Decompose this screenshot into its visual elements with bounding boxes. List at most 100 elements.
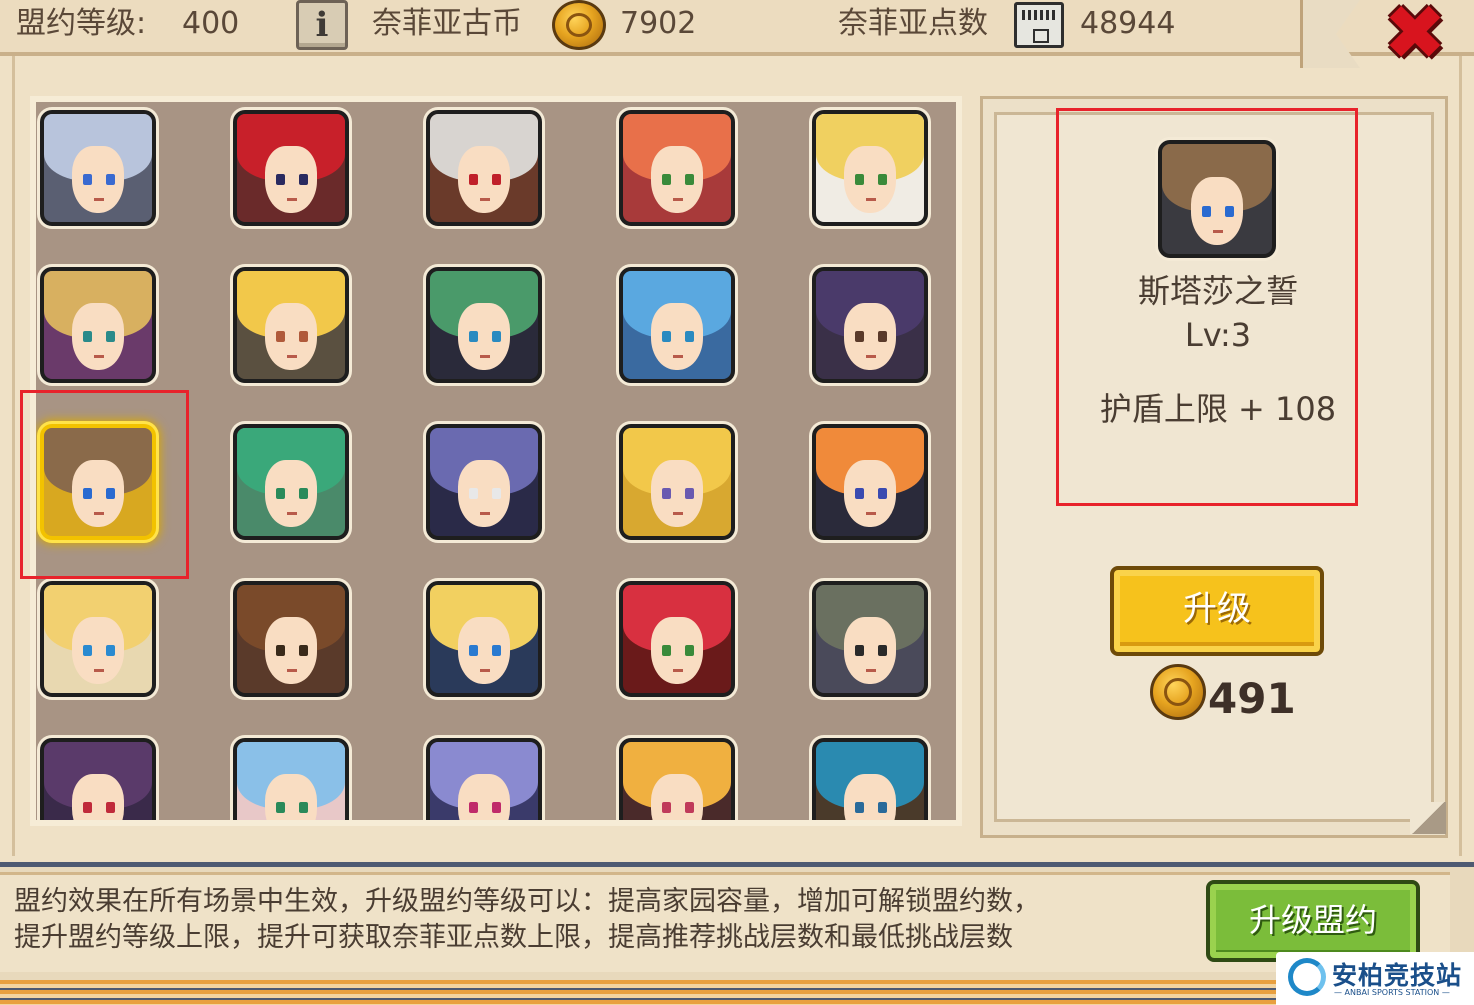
portrait-face — [651, 460, 703, 528]
hero-portrait[interactable] — [619, 738, 735, 820]
hero-portrait[interactable] — [426, 267, 542, 383]
portrait-face — [844, 617, 896, 685]
portrait-eye-left — [661, 645, 671, 657]
chip-icon — [1014, 2, 1064, 48]
info-icon[interactable]: i — [296, 0, 348, 50]
hero-portrait[interactable] — [619, 581, 735, 697]
hero-portrait[interactable] — [426, 424, 542, 540]
detail-effect: 护盾上限 + 108 — [1099, 390, 1337, 428]
hero-portrait[interactable] — [233, 424, 349, 540]
portrait-mouth — [286, 512, 297, 516]
portrait-mouth — [672, 355, 683, 359]
description-line-2: 提升盟约等级上限，提升可获取奈菲亚点数上限，提高推荐挑战层数和最低挑战层数 — [14, 922, 1013, 953]
detail-name: 斯塔莎之誓 — [1137, 272, 1298, 310]
upgrade-button[interactable]: 升级 — [1110, 566, 1324, 656]
upgrade-union-button[interactable]: 升级盟约 — [1206, 880, 1420, 962]
portrait-mouth — [479, 669, 490, 673]
hero-portrait[interactable] — [233, 267, 349, 383]
portrait-eye-left — [1201, 205, 1211, 217]
hero-portrait[interactable] — [40, 267, 156, 383]
portrait-mouth — [286, 669, 297, 673]
hero-portrait[interactable] — [812, 581, 928, 697]
portrait-eye-right — [491, 645, 501, 657]
portrait-eye-right — [491, 174, 501, 186]
hero-portrait[interactable] — [40, 424, 156, 540]
portrait-eye-left — [468, 802, 478, 814]
portrait-eye-right — [105, 174, 115, 186]
portrait-face — [458, 146, 510, 214]
portrait-eye-left — [468, 174, 478, 186]
portrait-eye-left — [82, 488, 92, 500]
hero-portrait[interactable] — [812, 424, 928, 540]
portrait-face — [72, 303, 124, 371]
portrait-eye-left — [661, 802, 671, 814]
portrait-face — [458, 617, 510, 685]
portrait-eye-right — [491, 802, 501, 814]
portrait-eye-right — [684, 802, 694, 814]
hero-portrait[interactable] — [619, 110, 735, 226]
portrait-mouth — [865, 355, 876, 359]
portrait-face — [265, 617, 317, 685]
portrait-eye-left — [854, 802, 864, 814]
portrait-eye-left — [468, 331, 478, 343]
page-fold-decoration — [1410, 802, 1446, 834]
hero-portrait[interactable] — [40, 738, 156, 820]
coin-label: 奈菲亚古币 — [372, 6, 522, 41]
hero-portrait[interactable] — [40, 110, 156, 226]
portrait-face — [72, 460, 124, 528]
portrait-eye-left — [82, 645, 92, 657]
portrait-eye-right — [1224, 205, 1234, 217]
portrait-eye-left — [82, 331, 92, 343]
portrait-mouth — [672, 669, 683, 673]
portrait-eye-right — [298, 802, 308, 814]
hero-portrait[interactable] — [619, 267, 735, 383]
hero-portrait[interactable] — [40, 581, 156, 697]
bottom-stripe — [0, 980, 1474, 1005]
hero-portrait[interactable] — [426, 110, 542, 226]
hero-portrait[interactable] — [812, 738, 928, 820]
portrait-face — [1190, 177, 1244, 246]
union-level-value: 400 — [182, 6, 240, 41]
watermark-subtitle: — ANBAI SPORTS STATION — — [1334, 988, 1450, 997]
portrait-eye-left — [82, 802, 92, 814]
portrait-eye-right — [877, 331, 887, 343]
union-level-label: 盟约等级: — [16, 6, 147, 41]
portrait-mouth — [865, 198, 876, 202]
portrait-eye-left — [275, 174, 285, 186]
hero-grid[interactable] — [30, 96, 962, 826]
hero-portrait[interactable] — [233, 581, 349, 697]
portrait-eye-right — [684, 174, 694, 186]
portrait-eye-right — [877, 488, 887, 500]
portrait-eye-left — [854, 645, 864, 657]
portrait-eye-right — [491, 331, 501, 343]
portrait-eye-left — [854, 174, 864, 186]
coin-icon — [552, 0, 606, 50]
portrait-face — [651, 303, 703, 371]
portrait-eye-left — [468, 488, 478, 500]
portrait-mouth — [286, 198, 297, 202]
portrait-eye-left — [854, 331, 864, 343]
portrait-eye-left — [275, 331, 285, 343]
portrait-eye-right — [105, 645, 115, 657]
hero-portrait[interactable] — [812, 110, 928, 226]
portrait-face — [844, 303, 896, 371]
portrait-face — [72, 146, 124, 214]
portrait-mouth — [1212, 229, 1223, 233]
portrait-face — [844, 460, 896, 528]
hero-portrait[interactable] — [426, 581, 542, 697]
hero-portrait[interactable] — [426, 738, 542, 820]
hero-portrait[interactable] — [619, 424, 735, 540]
portrait-face — [265, 460, 317, 528]
points-label: 奈菲亚点数 — [838, 6, 988, 41]
hero-portrait[interactable] — [233, 738, 349, 820]
portrait-eye-right — [684, 331, 694, 343]
cost-coin-icon — [1150, 664, 1206, 720]
detail-portrait — [1158, 140, 1276, 258]
hero-portrait[interactable] — [233, 110, 349, 226]
portrait-eye-left — [275, 645, 285, 657]
portrait-face — [458, 460, 510, 528]
portrait-eye-left — [468, 645, 478, 657]
portrait-eye-right — [298, 488, 308, 500]
hero-portrait[interactable] — [812, 267, 928, 383]
watermark-logo-icon — [1288, 958, 1326, 996]
